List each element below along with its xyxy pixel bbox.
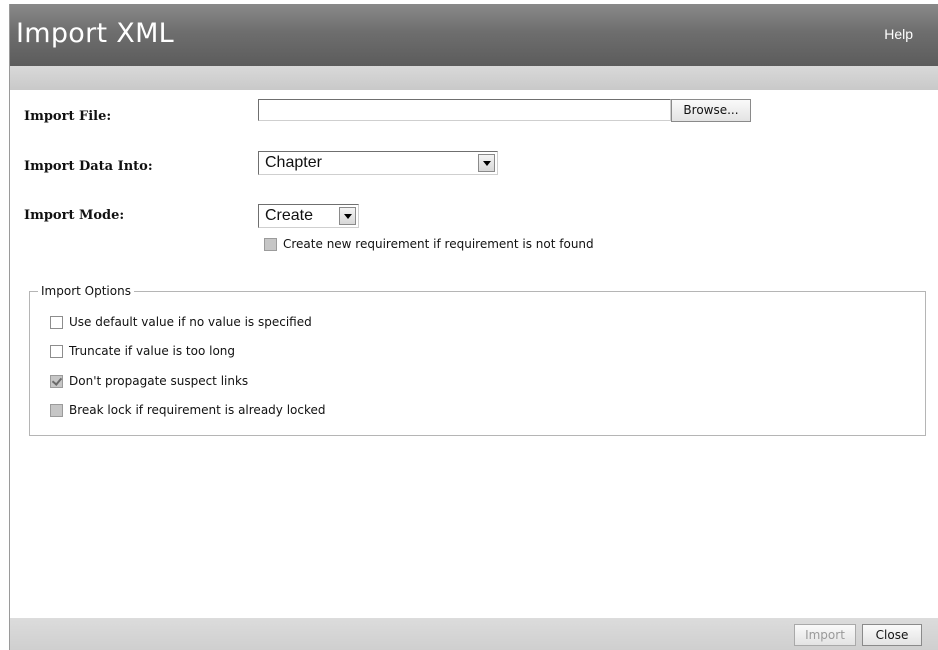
use-default-value-checkbox[interactable]	[50, 315, 63, 329]
import-mode-label: Import Mode:	[24, 208, 125, 223]
dont-propagate-suspect-links-checkbox[interactable]	[50, 374, 63, 388]
import-data-into-value: Chapter	[265, 154, 322, 171]
option-break-lock[interactable]: Break lock if requirement is already loc…	[50, 403, 326, 417]
break-lock-checkbox[interactable]	[50, 403, 63, 417]
create-new-requirement-checkbox[interactable]	[264, 237, 277, 251]
dropdown-arrow-icon[interactable]	[478, 154, 495, 172]
option-use-default-value[interactable]: Use default value if no value is specifi…	[50, 315, 312, 329]
truncate-label: Truncate if value is too long	[69, 344, 236, 358]
import-mode-value: Create	[265, 207, 314, 224]
import-file-label: Import File:	[24, 109, 112, 124]
use-default-value-label: Use default value if no value is specifi…	[69, 315, 312, 329]
dropdown-arrow-icon[interactable]	[339, 207, 356, 225]
truncate-checkbox[interactable]	[50, 344, 63, 358]
help-link[interactable]: Help	[884, 26, 913, 42]
import-data-into-select[interactable]: Chapter	[258, 151, 498, 175]
create-new-requirement-label: Create new requirement if requirement is…	[283, 237, 594, 251]
import-button[interactable]: Import	[794, 624, 856, 646]
dont-propagate-suspect-links-label: Don't propagate suspect links	[69, 374, 249, 388]
dialog-title: Import XML	[16, 18, 175, 49]
option-truncate[interactable]: Truncate if value is too long	[50, 344, 235, 358]
import-mode-select[interactable]: Create	[258, 204, 359, 228]
title-bar: Import XML Help	[10, 4, 938, 66]
toolbar-strip	[10, 66, 938, 90]
break-lock-label: Break lock if requirement is already loc…	[69, 403, 326, 417]
import-data-into-label: Import Data Into:	[24, 159, 153, 174]
import-options-legend: Import Options	[38, 284, 134, 298]
import-file-input[interactable]	[258, 99, 671, 121]
import-xml-dialog: Import XML Help Import File: Browse... I…	[9, 4, 938, 650]
create-new-requirement-option[interactable]: Create new requirement if requirement is…	[264, 237, 594, 251]
browse-button[interactable]: Browse...	[671, 99, 751, 122]
option-dont-propagate-suspect-links[interactable]: Don't propagate suspect links	[50, 374, 248, 388]
close-button[interactable]: Close	[862, 624, 922, 646]
